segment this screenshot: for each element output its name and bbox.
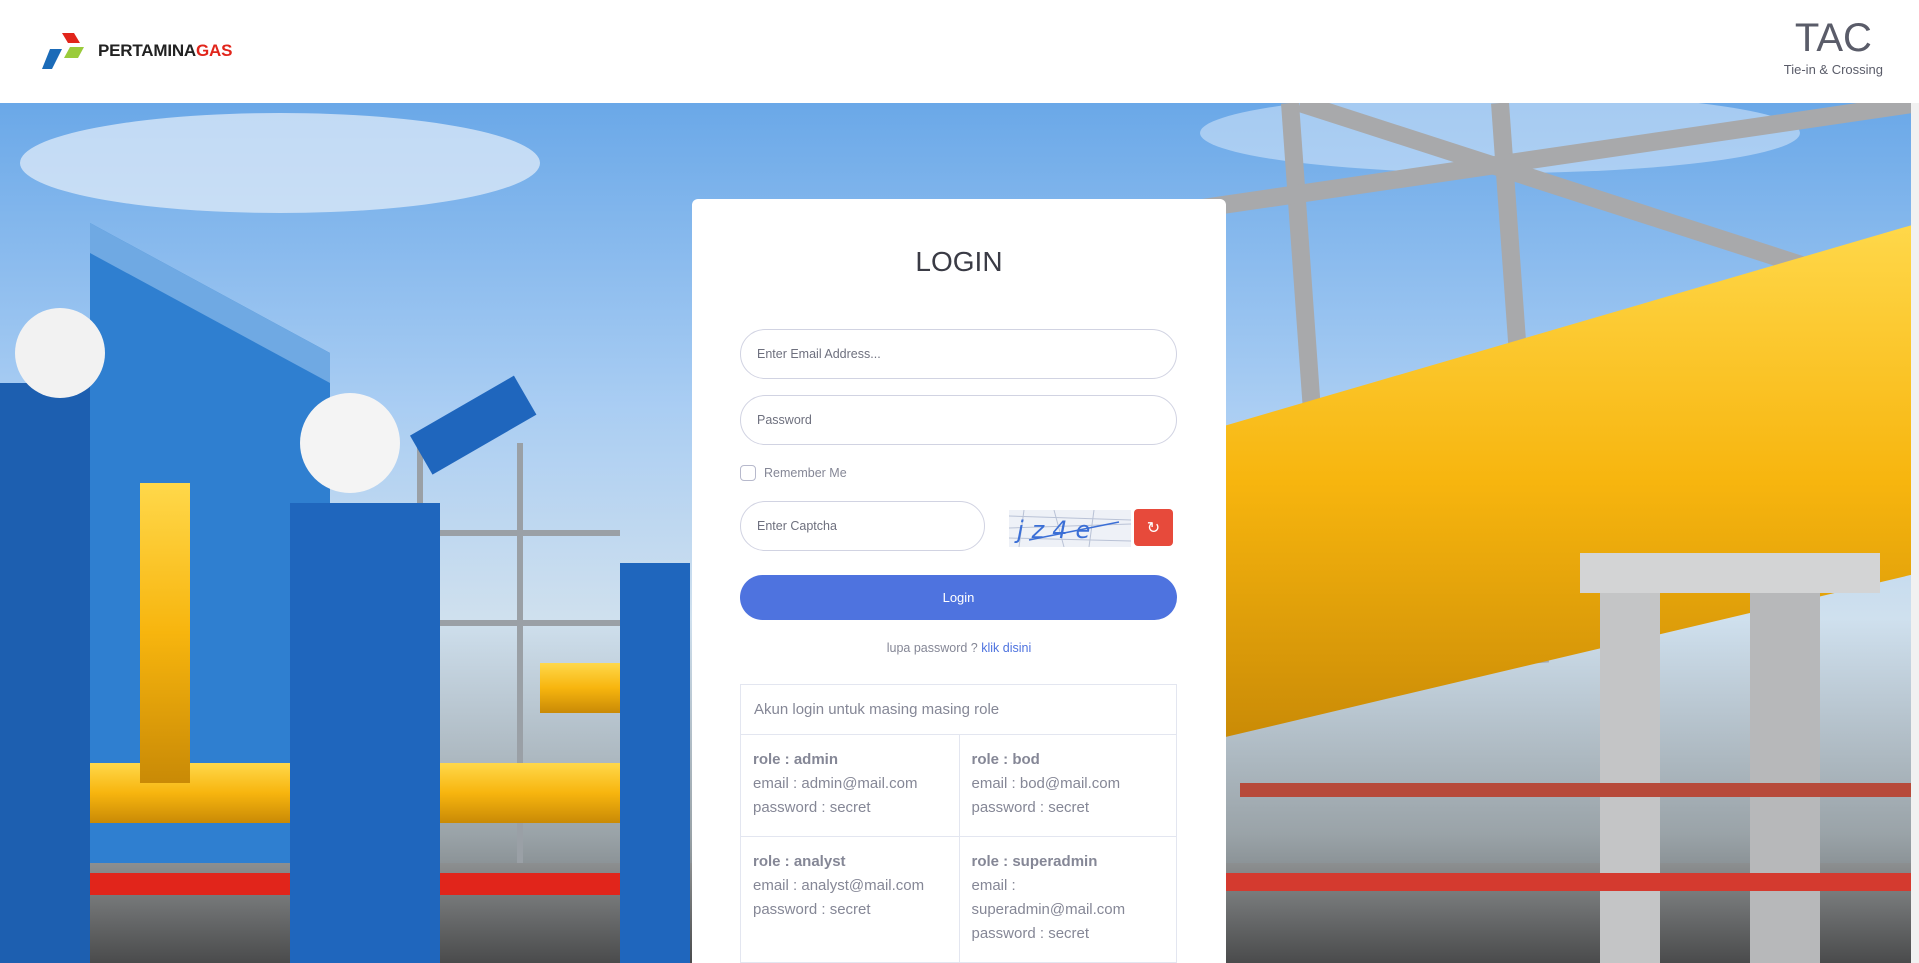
page-scrollbar[interactable] bbox=[1911, 103, 1919, 963]
account-email: email : analyst@mail.com bbox=[753, 877, 925, 894]
login-card: LOGIN Remember Me jz4e ↻ Login lupa pass… bbox=[692, 199, 1226, 963]
top-header: PERTAMINAGAS TAC Tie-in & Crossing bbox=[0, 0, 1919, 103]
forgot-password-link[interactable]: klik disini bbox=[981, 641, 1031, 655]
app-title: TAC bbox=[1794, 16, 1872, 60]
demo-accounts-heading: Akun login untuk masing masing role bbox=[741, 685, 1176, 735]
forgot-password: lupa password ? klik disini bbox=[692, 641, 1226, 655]
app-subtitle: Tie-in & Crossing bbox=[1783, 62, 1883, 77]
account-role: role : superadmin bbox=[971, 853, 1098, 870]
account-role: role : admin bbox=[753, 751, 839, 768]
table-row: role : admin email : admin@mail.com pass… bbox=[741, 735, 1176, 837]
forgot-password-text: lupa password ? bbox=[886, 641, 978, 655]
account-password: password : secret bbox=[753, 901, 871, 918]
demo-accounts-table: Akun login untuk masing masing role role… bbox=[740, 684, 1177, 963]
login-title: LOGIN bbox=[915, 246, 1003, 277]
captcha-input[interactable] bbox=[740, 501, 985, 551]
account-role: role : bod bbox=[971, 751, 1040, 768]
table-row: role : analyst email : analyst@mail.com … bbox=[741, 837, 1176, 963]
email-input[interactable] bbox=[740, 329, 1177, 379]
account-email: email : bod@mail.com bbox=[971, 775, 1121, 792]
captcha-text: jz4e bbox=[1014, 516, 1098, 544]
account-email: email : superadmin@mail.com bbox=[971, 877, 1126, 918]
account-cell: role : superadmin email : superadmin@mai… bbox=[958, 837, 1177, 962]
login-button[interactable]: Login bbox=[740, 575, 1177, 620]
refresh-captcha-button[interactable]: ↻ bbox=[1134, 509, 1173, 546]
app-brand: TAC Tie-in & Crossing bbox=[1784, 14, 1883, 77]
account-email: email : admin@mail.com bbox=[753, 775, 918, 792]
remember-me[interactable]: Remember Me bbox=[740, 465, 847, 481]
remember-me-checkbox[interactable] bbox=[740, 465, 756, 481]
captcha-image: jz4e bbox=[1009, 510, 1131, 547]
account-password: password : secret bbox=[971, 799, 1090, 816]
account-cell: role : analyst email : analyst@mail.com … bbox=[741, 837, 959, 962]
account-role: role : analyst bbox=[753, 853, 846, 870]
pertamina-gas-logo[interactable]: PERTAMINAGAS bbox=[42, 31, 232, 71]
pertamina-logo-icon bbox=[42, 33, 84, 69]
account-cell: role : bod email : bod@mail.com password… bbox=[958, 735, 1177, 836]
password-input[interactable] bbox=[740, 395, 1177, 445]
refresh-icon: ↻ bbox=[1146, 519, 1161, 537]
account-password: password : secret bbox=[753, 799, 871, 816]
logo-text: PERTAMINAGAS bbox=[98, 41, 233, 60]
account-cell: role : admin email : admin@mail.com pass… bbox=[741, 735, 959, 836]
remember-me-label: Remember Me bbox=[764, 466, 847, 480]
account-password: password : secret bbox=[971, 925, 1090, 942]
